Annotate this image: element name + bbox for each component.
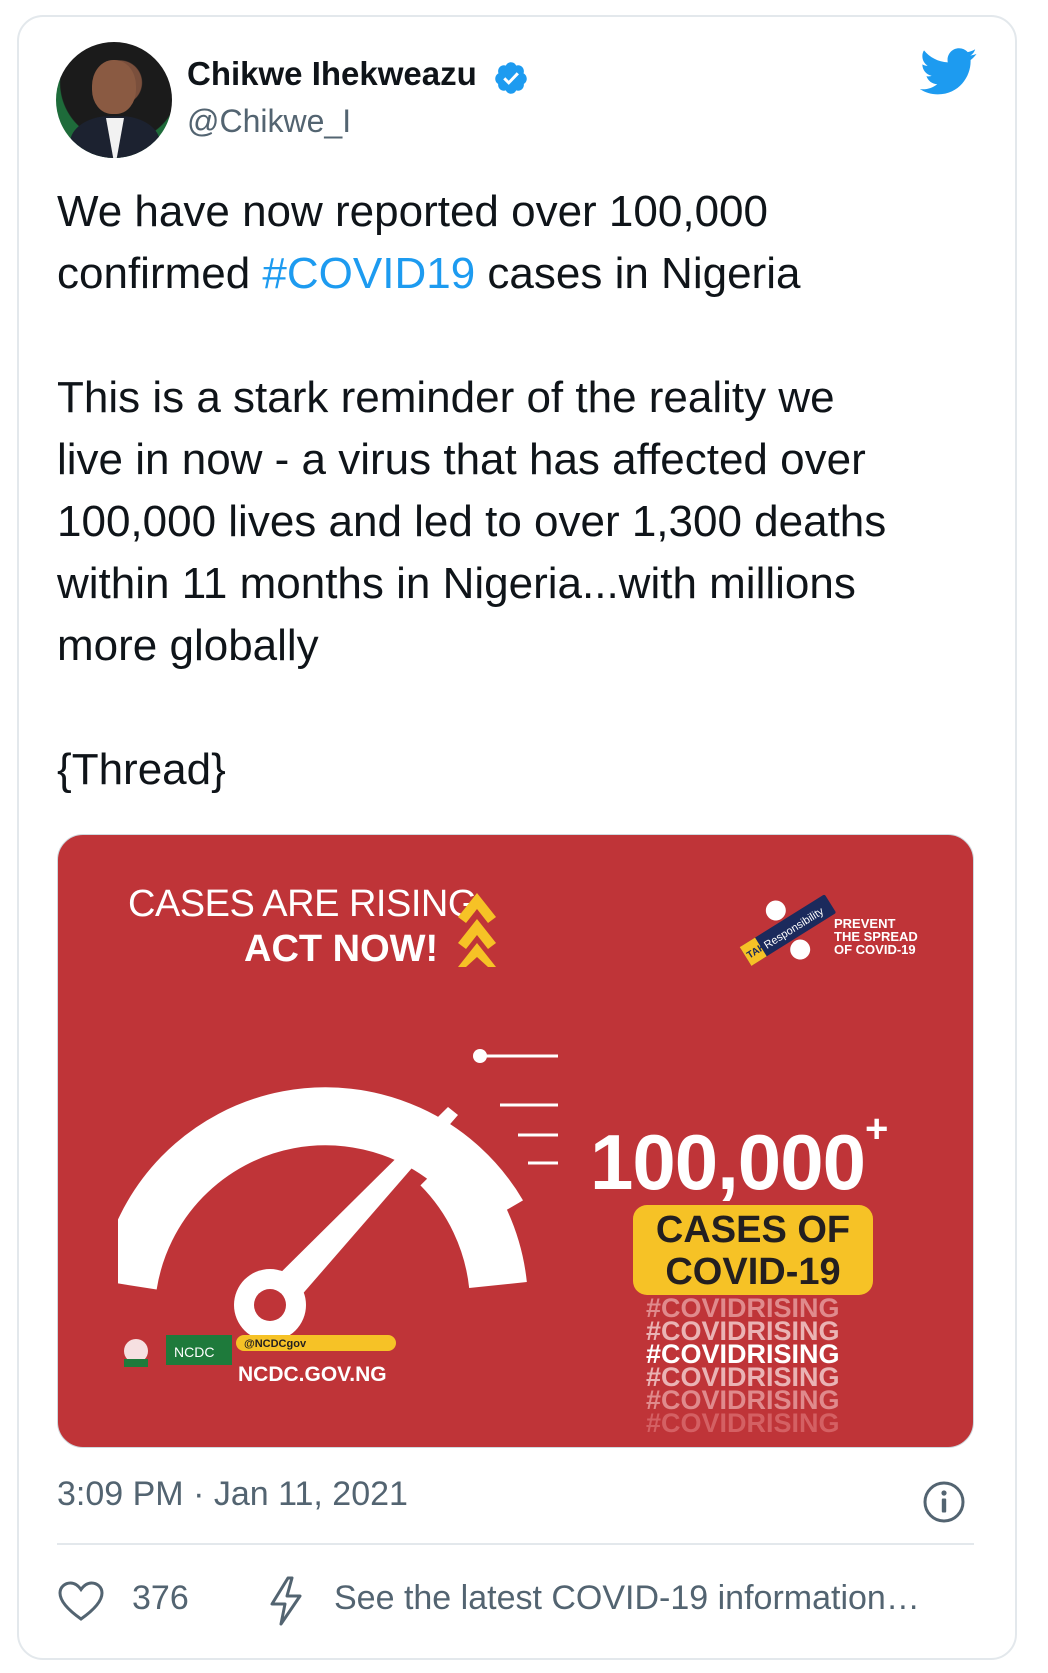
tweet-line1: We have now reported over 100,000 <box>57 187 768 236</box>
tweet-line2-post: cases in Nigeria <box>475 249 801 298</box>
prevent-spread-text: PREVENT THE SPREAD OF COVID-19 <box>834 916 918 957</box>
info-icon[interactable] <box>922 1480 966 1524</box>
author-name[interactable]: Chikwe Ihekweazu <box>187 55 477 93</box>
media-headline-1: CASES ARE RISING <box>128 883 477 925</box>
heart-icon[interactable] <box>58 1581 104 1623</box>
ncdc-social-handle: @NCDCgov <box>244 1338 307 1350</box>
divider <box>57 1543 974 1545</box>
tweet-timestamp[interactable]: 3:09 PM · Jan 11, 2021 <box>57 1475 408 1514</box>
twitter-bird-icon[interactable] <box>920 48 978 96</box>
case-count-plus: + <box>864 1107 888 1151</box>
avatar-face <box>92 60 136 114</box>
lightning-bolt-icon <box>270 1576 302 1626</box>
box-line-2: COVID-19 <box>665 1251 841 1293</box>
media-headline-2: ACT NOW! <box>244 928 439 970</box>
author-handle[interactable]: @Chikwe_I <box>187 103 351 140</box>
verified-badge-icon <box>495 62 527 94</box>
tweet-media-image[interactable]: CASES ARE RISING ACT NOW! TAKE Responsib… <box>57 834 974 1448</box>
ncdc-logo-text: NCDC <box>174 1344 214 1360</box>
hashtag-stack: #COVIDRISING #COVIDRISING #COVIDRISING #… <box>646 1295 866 1438</box>
avatar[interactable] <box>56 42 172 158</box>
box-line-1: CASES OF <box>655 1209 851 1251</box>
hashtag-covidrising: #COVIDRISING <box>646 1408 840 1438</box>
tweet-thread-label: {Thread} <box>57 745 226 794</box>
covid-info-link[interactable]: See the latest COVID-19 information… <box>334 1579 920 1618</box>
tweet-paragraph: This is a stark reminder of the reality … <box>57 373 887 670</box>
ncdc-website: NCDC.GOV.NG <box>238 1363 387 1386</box>
like-count[interactable]: 376 <box>132 1579 189 1618</box>
tweet-line2-pre: confirmed <box>57 249 263 298</box>
speedometer-icon <box>118 1049 558 1341</box>
hashtag-covid19-link[interactable]: #COVID19 <box>262 249 475 298</box>
tweet-text: We have now reported over 100,000 confir… <box>57 181 957 801</box>
chevron-up-icon <box>458 893 496 967</box>
cases-of-covid-box: CASES OF COVID-19 <box>633 1205 873 1295</box>
case-count-number: 100,000 <box>590 1118 866 1206</box>
case-count: 100,000+ <box>590 1107 888 1208</box>
